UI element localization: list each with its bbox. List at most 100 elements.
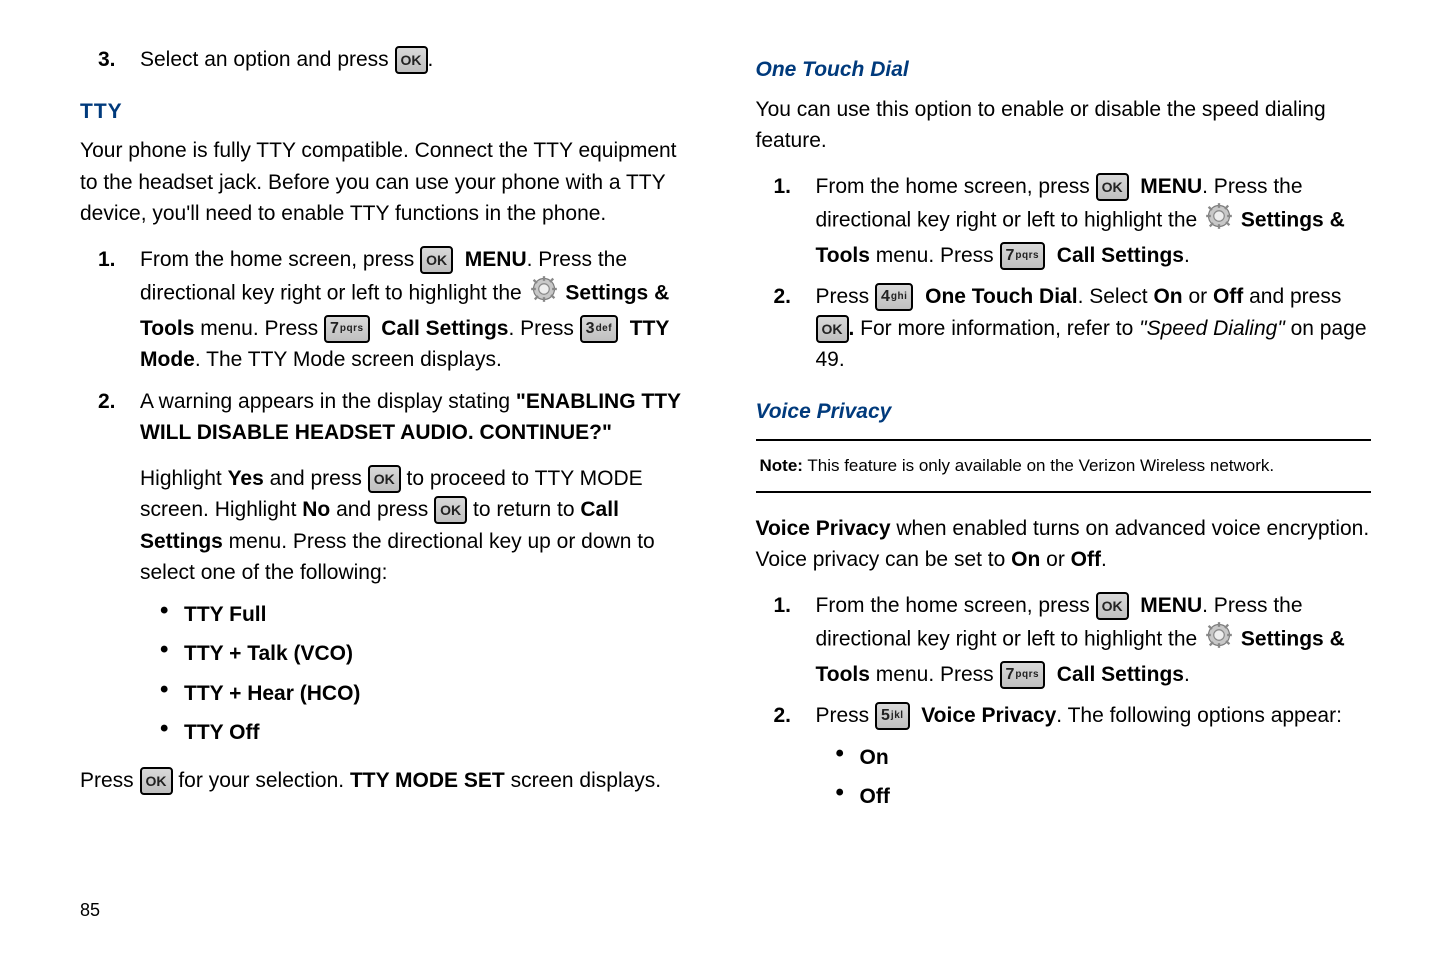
ok-key-icon: OK [816, 315, 849, 343]
list-item: TTY Full [160, 599, 696, 631]
step-body: Press 4ghi One Touch Dial. Select On or … [816, 281, 1372, 382]
otd-step-1: 1. From the home screen, press OK MENU. … [774, 171, 1372, 278]
text: menu. Press [194, 317, 324, 340]
ok-key-icon: OK [420, 246, 453, 274]
step-number: 1. [98, 244, 140, 276]
text: and press [330, 498, 434, 521]
gear-icon [1205, 202, 1233, 240]
text: menu. Press [870, 663, 1000, 686]
yes-label: Yes [228, 467, 264, 490]
step-body: From the home screen, press OK MENU. Pre… [816, 171, 1372, 278]
on-label: On [1153, 285, 1182, 308]
text: for your selection. [173, 769, 350, 792]
off-label: Off [1213, 285, 1243, 308]
tty-options-list: TTY Full TTY + Talk (VCO) TTY + Hear (HC… [160, 599, 696, 749]
list-item: Off [836, 781, 1372, 813]
text: and press [264, 467, 368, 490]
note-block: Note: This feature is only available on … [756, 439, 1372, 493]
five-key-icon: 5jkl [875, 702, 910, 730]
menu-label: MENU [1140, 594, 1202, 617]
on-label: On [1011, 548, 1040, 571]
text: Press [816, 704, 876, 727]
text: . The TTY Mode screen displays. [195, 348, 502, 371]
otd-step-2: 2. Press 4ghi One Touch Dial. Select On … [774, 281, 1372, 382]
text: menu. Press [870, 244, 1000, 267]
gear-icon [530, 275, 558, 313]
text: . [428, 48, 434, 71]
step-number: 2. [98, 386, 140, 418]
ok-key-icon: OK [1096, 173, 1129, 201]
step-number: 2. [774, 700, 816, 732]
text: Press [816, 285, 876, 308]
tty-step-2: 2. A warning appears in the display stat… [98, 386, 696, 759]
note-label: Note: [760, 456, 803, 475]
text: and press [1243, 285, 1341, 308]
tty-intro: Your phone is fully TTY compatible. Conn… [80, 135, 696, 230]
text: Highlight [140, 467, 228, 490]
call-settings-label: Call Settings [1057, 663, 1184, 686]
tty-mode-set-label: TTY MODE SET [350, 769, 505, 792]
step-body: From the home screen, press OK MENU. Pre… [816, 590, 1372, 697]
text: or [1183, 285, 1213, 308]
voice-privacy-intro: Voice Privacy when enabled turns on adva… [756, 513, 1372, 576]
step-number: 1. [774, 171, 816, 203]
seven-key-icon: 7pqrs [1000, 661, 1046, 689]
right-column: One Touch Dial You can use this option t… [756, 40, 1372, 827]
step-body: Select an option and press OK. [140, 44, 696, 82]
three-key-icon: 3def [580, 315, 618, 343]
text: . Select [1078, 285, 1154, 308]
text: . The following options appear: [1056, 704, 1342, 727]
step-body: A warning appears in the display stating… [140, 386, 696, 759]
text: screen displays. [505, 769, 661, 792]
text: Select an option and press [140, 48, 395, 71]
seven-key-icon: 7pqrs [324, 315, 370, 343]
left-column: 3. Select an option and press OK. TTY Yo… [80, 40, 696, 827]
step-number: 2. [774, 281, 816, 313]
text: or [1040, 548, 1070, 571]
text: From the home screen, press [816, 175, 1096, 198]
no-label: No [302, 498, 330, 521]
text: . [1184, 663, 1190, 686]
text: . [1184, 244, 1190, 267]
speed-dialing-ref: "Speed Dialing" [1139, 317, 1285, 340]
tty-tail: Press OK for your selection. TTY MODE SE… [80, 765, 696, 797]
text: Press [80, 769, 140, 792]
step-body: From the home screen, press OK MENU . Pre… [140, 244, 696, 382]
list-item: On [836, 742, 1372, 774]
list-item: TTY + Talk (VCO) [160, 638, 696, 670]
note-text: This feature is only available on the Ve… [803, 456, 1274, 475]
off-label: Off [1071, 548, 1101, 571]
text: . Press [508, 317, 579, 340]
text: From the home screen, press [816, 594, 1096, 617]
ok-key-icon: OK [434, 496, 467, 524]
text: For more information, refer to [854, 317, 1139, 340]
vp-step-2: 2. Press 5jkl Voice Privacy. The followi… [774, 700, 1372, 823]
list-item: TTY + Hear (HCO) [160, 678, 696, 710]
step-number: 1. [774, 590, 816, 622]
ok-key-icon: OK [368, 465, 401, 493]
step-3: 3. Select an option and press OK. [98, 44, 696, 82]
list-item: TTY Off [160, 717, 696, 749]
step-number: 3. [98, 44, 140, 76]
voice-privacy-label: Voice Privacy [921, 704, 1056, 727]
seven-key-icon: 7pqrs [1000, 242, 1046, 270]
vp-step-1: 1. From the home screen, press OK MENU. … [774, 590, 1372, 697]
step-body: Press 5jkl Voice Privacy. The following … [816, 700, 1372, 823]
page-number: 85 [80, 897, 100, 924]
text: to return to [467, 498, 580, 521]
ok-key-icon: OK [1096, 592, 1129, 620]
text: A warning appears in the display stating [140, 390, 516, 413]
one-touch-dial-heading: One Touch Dial [756, 54, 1372, 86]
ok-key-icon: OK [395, 46, 428, 74]
voice-privacy-heading: Voice Privacy [756, 396, 1372, 428]
tty-heading: TTY [80, 96, 696, 128]
menu-label: MENU [465, 248, 527, 271]
one-touch-dial-intro: You can use this option to enable or dis… [756, 94, 1372, 157]
call-settings-label: Call Settings [381, 317, 508, 340]
one-touch-dial-label: One Touch Dial [925, 285, 1077, 308]
gear-icon [1205, 621, 1233, 659]
text: . [1101, 548, 1107, 571]
voice-privacy-label: Voice Privacy [756, 517, 891, 540]
text: From the home screen, press [140, 248, 420, 271]
call-settings-label: Call Settings [1057, 244, 1184, 267]
